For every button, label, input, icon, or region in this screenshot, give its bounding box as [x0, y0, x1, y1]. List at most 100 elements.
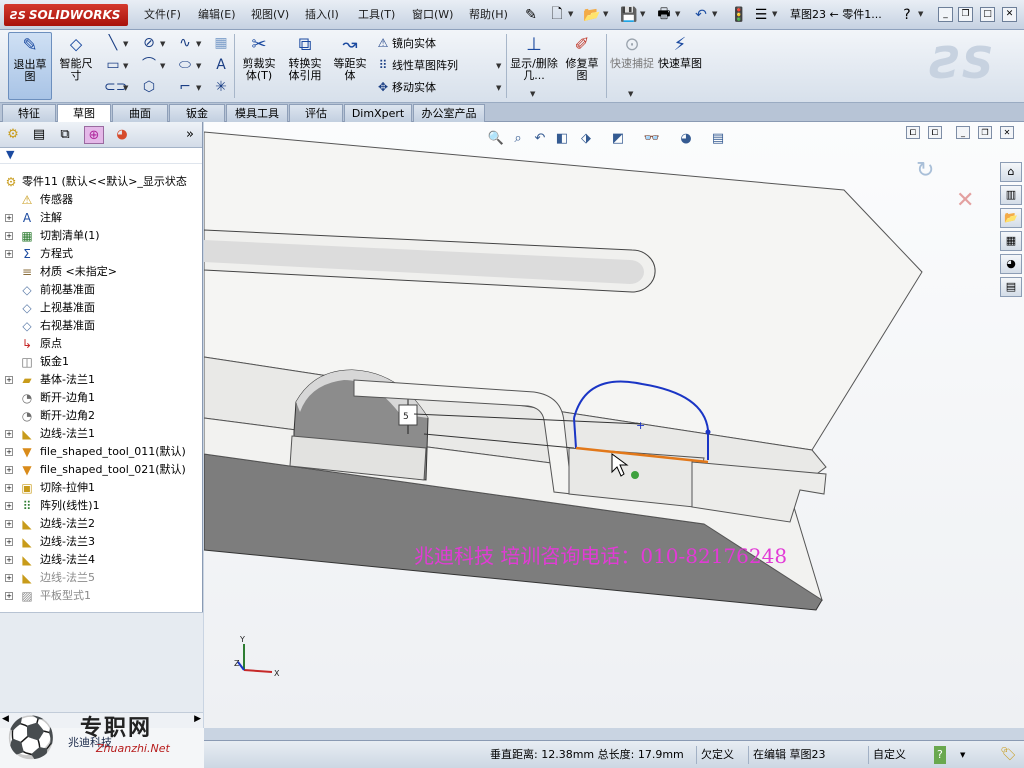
- expand-icon[interactable]: +: [5, 430, 13, 438]
- chevron-down-icon[interactable]: ▼: [640, 10, 645, 18]
- tab-dimxpert[interactable]: DimXpert: [344, 104, 412, 122]
- save-icon[interactable]: 💾: [620, 6, 638, 24]
- chevron-down-icon[interactable]: ▼: [196, 62, 201, 70]
- grid-icon[interactable]: ▦: [212, 34, 230, 52]
- new-document-icon[interactable]: 🗋: [548, 6, 566, 24]
- chevron-down-icon[interactable]: ▼: [123, 40, 128, 48]
- status-help-button[interactable]: ?: [934, 746, 946, 764]
- chevron-down-icon[interactable]: ▼: [196, 84, 201, 92]
- appearances-scenes-icon[interactable]: ◕: [1000, 254, 1022, 274]
- point-icon[interactable]: ✳: [212, 78, 230, 96]
- circle-icon[interactable]: ⊘: [140, 34, 158, 52]
- arc-icon[interactable]: ⌒: [140, 56, 158, 74]
- convert-entities-button[interactable]: ⧉ 转换实体引用: [284, 32, 326, 100]
- file-explorer-icon[interactable]: 📂: [1000, 208, 1022, 228]
- expand-icon[interactable]: +: [5, 556, 13, 564]
- pin-icon[interactable]: ✎: [522, 6, 540, 24]
- solidworks-resources-icon[interactable]: ⌂: [1000, 162, 1022, 182]
- chevron-down-icon[interactable]: ▼: [530, 90, 535, 98]
- polygon-icon[interactable]: ⬡: [140, 78, 158, 96]
- status-units[interactable]: 自定义: [868, 746, 910, 764]
- dimxpert-manager-icon[interactable]: ⊕: [84, 126, 104, 144]
- previous-view-icon[interactable]: ↶: [530, 130, 550, 148]
- chevron-down-icon[interactable]: ▼: [918, 10, 923, 18]
- mirror-entities-button[interactable]: ⚠ 镜向实体: [374, 34, 436, 52]
- exit-sketch-corner-icon[interactable]: ↻: [916, 158, 934, 183]
- expand-icon[interactable]: +: [5, 574, 13, 582]
- tab-sketch[interactable]: 草图: [57, 104, 111, 123]
- view-orientation-icon[interactable]: ⬗: [576, 130, 596, 148]
- expand-icon[interactable]: +: [5, 592, 13, 600]
- menu-window[interactable]: 窗口(W): [412, 0, 453, 30]
- tab-evaluate[interactable]: 评估: [289, 104, 343, 122]
- expand-icon[interactable]: +: [5, 502, 13, 510]
- view-palette-icon[interactable]: ▦: [1000, 231, 1022, 251]
- feature-filter[interactable]: ▼: [0, 148, 202, 164]
- menu-help[interactable]: 帮助(H): [469, 0, 508, 30]
- chevron-down-icon[interactable]: ▼: [496, 84, 501, 92]
- rebuild-icon[interactable]: 🚦: [730, 6, 748, 24]
- expand-icon[interactable]: +: [5, 520, 13, 528]
- chevron-down-icon[interactable]: ▼: [123, 62, 128, 70]
- line-icon[interactable]: ╲: [104, 34, 122, 52]
- scene-icon[interactable]: ▤: [708, 130, 728, 148]
- menu-tools[interactable]: 工具(T): [358, 0, 395, 30]
- offset-entities-button[interactable]: ↝ 等距实体: [330, 32, 370, 100]
- rectangle-icon[interactable]: ▭: [104, 56, 122, 74]
- property-manager-icon[interactable]: ▤: [29, 126, 49, 144]
- tile-vertical-icon[interactable]: ⧠: [928, 126, 942, 139]
- help-icon[interactable]: ?: [898, 6, 916, 24]
- chevron-down-icon[interactable]: ▼: [496, 62, 501, 70]
- tile-horizontal-icon[interactable]: ⧠: [906, 126, 920, 139]
- rapid-sketch-button[interactable]: ⚡ 快速草图: [658, 32, 702, 100]
- restore-icon[interactable]: ❐: [958, 7, 973, 22]
- move-entities-button[interactable]: ✥ 移动实体: [374, 78, 436, 96]
- status-tag-icon[interactable]: 🏷: [1000, 747, 1017, 762]
- tab-sheet-metal[interactable]: 钣金: [169, 104, 225, 122]
- chevron-down-icon[interactable]: ▼: [160, 40, 165, 48]
- custom-properties-icon[interactable]: ▤: [1000, 277, 1022, 297]
- chevron-down-icon[interactable]: ▼: [675, 10, 680, 18]
- expand-icon[interactable]: +: [5, 250, 13, 258]
- repair-sketch-button[interactable]: ✐ 修复草图: [562, 32, 602, 100]
- slot-icon[interactable]: ⊂⊃: [104, 78, 127, 96]
- view-minimize-icon[interactable]: _: [956, 126, 970, 139]
- solidworks-logo[interactable]: ƧS SOLIDWORKS: [4, 4, 128, 26]
- expand-icon[interactable]: +: [5, 232, 13, 240]
- zoom-to-area-icon[interactable]: ⌕: [508, 130, 528, 148]
- undo-icon[interactable]: ↶: [692, 6, 710, 24]
- menu-insert[interactable]: 插入(I): [305, 0, 339, 30]
- configuration-manager-icon[interactable]: ⧉: [55, 126, 75, 144]
- linear-pattern-button[interactable]: ⠿ 线性草图阵列: [374, 56, 458, 74]
- graphics-area[interactable]: 5 + X Y Z ⧠ ⧠ _ ❐ ✕ 🔍 ⌕ ↶ ◧ ⬗ ◩ 👓 ◕ ▤ ↻ …: [204, 122, 1024, 728]
- exit-sketch-button[interactable]: ✎ 退出草图: [8, 32, 52, 100]
- spline-icon[interactable]: ∿: [176, 34, 194, 52]
- chevron-down-icon[interactable]: ▼: [196, 40, 201, 48]
- close-icon[interactable]: ✕: [1002, 7, 1017, 22]
- tab-surfaces[interactable]: 曲面: [112, 104, 168, 122]
- minimize-icon[interactable]: _: [938, 7, 953, 22]
- display-manager-icon[interactable]: ◕: [112, 126, 132, 144]
- chevron-down-icon[interactable]: ▼: [772, 10, 777, 18]
- smart-dimension-button[interactable]: ⬦ 智能尺寸: [56, 32, 96, 100]
- scroll-right-icon[interactable]: ▶: [194, 714, 201, 724]
- expand-icon[interactable]: +: [5, 214, 13, 222]
- display-style-icon[interactable]: ◩: [608, 130, 628, 148]
- text-icon[interactable]: A: [212, 56, 230, 74]
- expand-icon[interactable]: +: [5, 538, 13, 546]
- status-dropdown-icon[interactable]: ▼: [960, 751, 965, 759]
- tab-office-products[interactable]: 办公室产品: [413, 104, 485, 122]
- section-view-icon[interactable]: ◧: [552, 130, 572, 148]
- view-restore-icon[interactable]: ❐: [978, 126, 992, 139]
- cancel-sketch-icon[interactable]: ✕: [956, 188, 974, 213]
- appearance-icon[interactable]: ◕: [676, 130, 696, 148]
- expand-icon[interactable]: +: [5, 376, 13, 384]
- fillet-icon[interactable]: ⌐: [176, 78, 194, 96]
- view-close-icon[interactable]: ✕: [1000, 126, 1014, 139]
- chevron-down-icon[interactable]: ▼: [123, 84, 128, 92]
- feature-tree-icon[interactable]: ⚙: [3, 126, 23, 144]
- menu-file[interactable]: 文件(F): [144, 0, 181, 30]
- tab-mold-tools[interactable]: 模具工具: [226, 104, 288, 122]
- ellipse-icon[interactable]: ⬭: [176, 56, 194, 74]
- expand-arrows-icon[interactable]: »: [180, 126, 200, 144]
